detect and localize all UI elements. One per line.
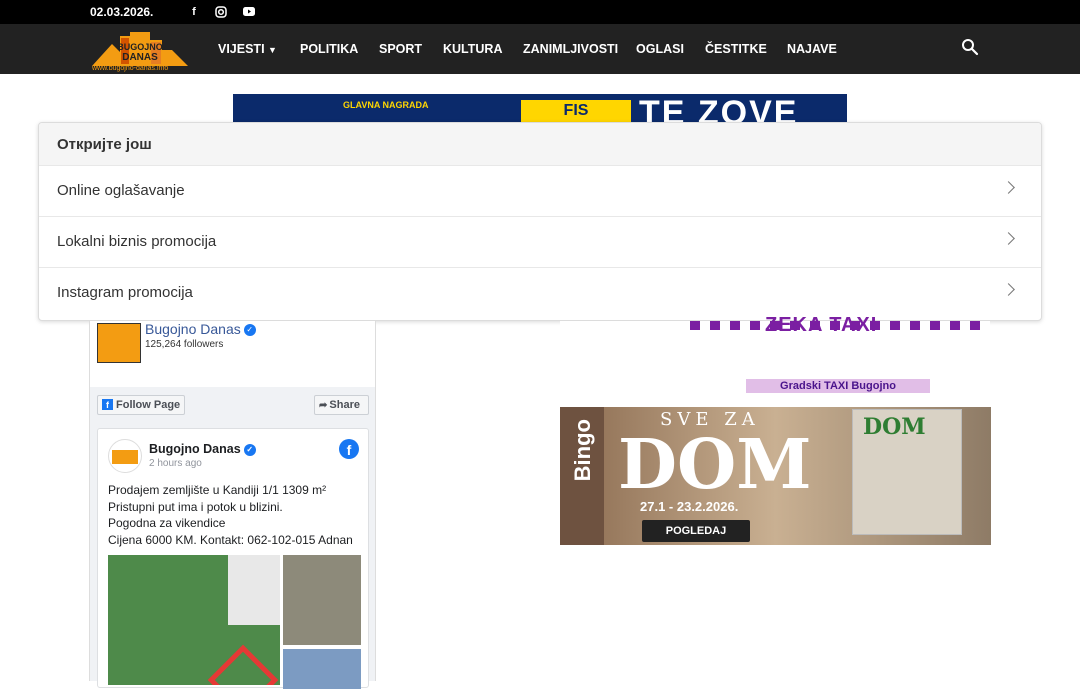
popup-title: Откријте још — [39, 123, 1041, 165]
nav-item-najave[interactable]: NAJAVE — [787, 42, 837, 56]
share-button[interactable]: ➦ Share — [314, 395, 369, 415]
post-image-field[interactable] — [283, 555, 361, 645]
logo-buildings-icon: BUGOJNO DANAS — [92, 32, 188, 66]
nav-item-sport[interactable]: SPORT — [379, 42, 422, 56]
nav-item-oglasi[interactable]: OGLASI — [636, 42, 684, 56]
popup-item-online-advertising[interactable]: Online oglašavanje — [39, 165, 1041, 216]
svg-text:BUGOJNO: BUGOJNO — [117, 42, 163, 52]
bingo-ad[interactable]: Bingo SVE ZA DOM 27.1 - 23.2.2026. POGLE… — [560, 407, 991, 545]
post-image-landscape[interactable] — [283, 649, 361, 689]
search-icon[interactable] — [961, 38, 979, 56]
popup-item-label: Instagram promocija — [57, 284, 193, 301]
chevron-right-icon — [1002, 283, 1015, 296]
nav-item-politika[interactable]: POLITIKA — [300, 42, 358, 56]
post-image-map[interactable] — [108, 555, 280, 685]
top-ad-banner[interactable]: GLAVNA NAGRADA FIS TE ZOVE — [233, 94, 847, 124]
fb-page-header: Bugojno Danas ✓ 125,264 followers — [90, 321, 375, 387]
nav-item-vijesti[interactable]: VIJESTI ▼ — [218, 42, 277, 56]
catalog-image: DOM — [852, 409, 962, 535]
instagram-icon[interactable] — [213, 4, 229, 20]
popup-item-label: Lokalni biznis promocija — [57, 233, 217, 250]
site-logo[interactable]: BUGOJNO DANAS www.bugojno-danas.info — [90, 30, 190, 72]
bingo-logo: Bingo — [570, 419, 595, 482]
verified-badge-icon: ✓ — [243, 443, 256, 456]
chevron-right-icon — [1002, 181, 1015, 194]
post-author-name[interactable]: Bugojno Danas ✓ — [149, 442, 256, 456]
popup-item-label: Online oglašavanje — [57, 182, 185, 199]
taxi-ad-subtitle: Gradski TAXI Bugojno — [746, 379, 930, 393]
follow-page-button[interactable]: f Follow Page — [97, 395, 185, 415]
popup-item-instagram-promo[interactable]: Instagram promocija — [39, 267, 1041, 318]
facebook-icon: f — [102, 399, 113, 410]
post-text: Prodajem zemljište u Kandiji 1/1 1309 m²… — [108, 483, 353, 547]
nav-item-cestitke[interactable]: ČESTITKE — [705, 42, 767, 56]
fb-page-name[interactable]: Bugojno Danas ✓ — [145, 321, 256, 337]
share-icon: ➦ — [319, 400, 328, 411]
post-author-avatar[interactable] — [108, 439, 142, 473]
post-timestamp[interactable]: 2 hours ago — [149, 458, 202, 469]
current-date: 02.03.2026. — [90, 5, 154, 19]
popup-item-local-business[interactable]: Lokalni biznis promocija — [39, 216, 1041, 267]
bingo-headline-main: DOM — [618, 425, 812, 505]
bingo-dates: 27.1 - 23.2.2026. — [640, 499, 739, 514]
verified-badge-icon: ✓ — [243, 324, 256, 337]
facebook-icon[interactable]: f — [186, 4, 202, 20]
svg-text:DANAS: DANAS — [122, 52, 158, 63]
youtube-icon[interactable] — [241, 4, 257, 20]
taxi-ad-title: ZEKA TAXI — [765, 314, 878, 336]
chevron-right-icon — [1002, 232, 1015, 245]
facebook-widget: Bugojno Danas ✓ 125,264 followers f Follow… — [89, 321, 376, 689]
banner-headline: TE ZOVE — [639, 94, 799, 124]
fb-page-avatar[interactable] — [97, 323, 141, 363]
nav-item-zanimljivosti[interactable]: ZANIMLJIVOSTI — [523, 42, 618, 56]
bingo-brand-strip: Bingo — [560, 407, 604, 545]
discover-more-popup: Откријте још Online oglašavanje Lokalni … — [38, 122, 1042, 321]
logo-url: www.bugojno-danas.info — [92, 65, 169, 72]
banner-prize-text: GLAVNA NAGRADA — [343, 100, 429, 110]
nav-item-kultura[interactable]: KULTURA — [443, 42, 502, 56]
facebook-logo-icon[interactable]: f — [339, 439, 359, 459]
fb-post: Bugojno Danas ✓ 2 hours ago f Prodajem ze… — [97, 428, 369, 689]
main-navigation: BUGOJNO DANAS www.bugojno-danas.info VIJ… — [0, 24, 1080, 74]
taxi-ad[interactable]: ZEKA TAXI Gradski TAXI Bugojno — [560, 314, 990, 407]
top-bar: 02.03.2026. f — [0, 0, 1080, 24]
view-offer-button[interactable]: POGLEDAJ PONUDU — [642, 520, 750, 542]
fb-followers-count: 125,264 followers — [145, 339, 224, 350]
banner-brand: FIS — [521, 100, 631, 124]
chevron-down-icon: ▼ — [268, 45, 277, 55]
